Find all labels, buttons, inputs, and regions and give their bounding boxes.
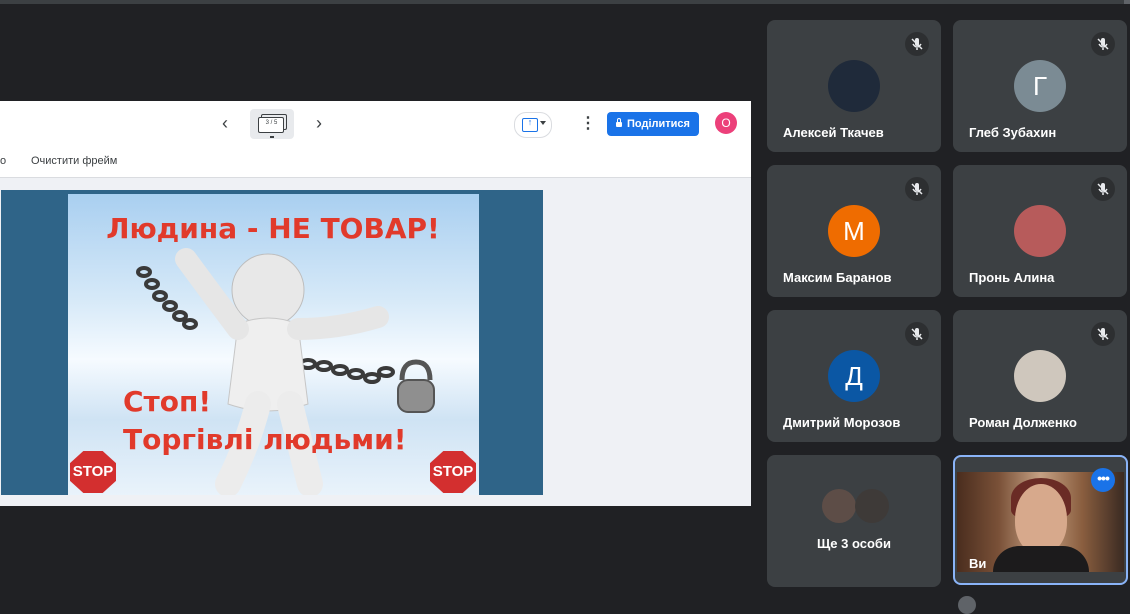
mic-off-icon <box>1091 177 1115 201</box>
participant-name: Дмитрий Морозов <box>783 415 901 430</box>
participant-name: Максим Баранов <box>783 270 892 285</box>
prev-frame-button[interactable]: ‹ <box>215 113 235 133</box>
participant-avatar <box>1014 350 1066 402</box>
frame-counter: 3 / 5 <box>265 120 278 126</box>
self-tile[interactable]: ••• Ви <box>953 455 1128 585</box>
self-more-options-button[interactable]: ••• <box>1091 468 1115 492</box>
slide-frame: Людина - НЕ ТОВАР! Стоп! Торгівлі людьми… <box>1 190 543 495</box>
self-body <box>993 546 1089 572</box>
participant-name: Пронь Алина <box>969 270 1055 285</box>
stop-sign-left: STOP <box>70 451 116 493</box>
mic-off-icon <box>905 177 929 201</box>
participant-name: Алексей Ткачев <box>783 125 884 140</box>
participant-tile[interactable]: М Максим Баранов <box>767 165 941 297</box>
share-label: Поділитися <box>627 118 690 130</box>
more-participants-label: Ще 3 особи <box>817 536 891 551</box>
present-button[interactable]: ↑ <box>514 112 552 138</box>
participant-avatar <box>828 60 880 112</box>
top-strip-knob <box>1124 0 1130 4</box>
frame-navigator-button[interactable]: 3 / 5 <box>250 109 294 139</box>
user-avatar[interactable]: О <box>715 112 737 134</box>
slide-title: Людина - НЕ ТОВАР! <box>106 212 440 245</box>
participant-name: Глеб Зубахин <box>969 125 1057 140</box>
more-avatar-2 <box>855 489 889 523</box>
participant-tile[interactable]: Алексей Ткачев <box>767 20 941 152</box>
slide-trafficking-line: Торгівлі людьми! <box>123 423 407 456</box>
participant-avatar: Д <box>828 350 880 402</box>
mic-off-icon <box>905 322 929 346</box>
participant-tile[interactable]: Д Дмитрий Морозов <box>767 310 941 442</box>
participant-name: Роман Долженко <box>969 415 1077 430</box>
more-participants-tile[interactable]: Ще 3 особи <box>767 455 941 587</box>
jamboard-toolbar: ‹ 3 / 5 › ↑ ⋮ Поділитися <box>0 101 751 148</box>
more-options-icon[interactable]: ⋮ <box>580 114 596 134</box>
participant-avatar <box>1014 205 1066 257</box>
next-frame-button[interactable]: › <box>309 113 329 133</box>
top-strip <box>0 0 1130 4</box>
bottom-indicator <box>958 596 976 614</box>
stop-sign-right: STOP <box>430 451 476 493</box>
clear-frame-button[interactable]: Очистити фрейм <box>31 155 117 167</box>
lock-icon <box>616 118 623 127</box>
mic-off-icon <box>905 32 929 56</box>
share-button[interactable]: Поділитися <box>607 112 699 136</box>
mic-off-icon <box>1091 32 1115 56</box>
present-caret-icon <box>540 121 546 125</box>
participant-tile[interactable]: Г Глеб Зубахин <box>953 20 1127 152</box>
present-arrow-icon: ↑ <box>527 117 533 127</box>
jamboard-subbar: о Очистити фрейм <box>0 147 751 178</box>
participant-tile[interactable]: Пронь Алина <box>953 165 1127 297</box>
participant-avatar: М <box>828 205 880 257</box>
frame-tick <box>270 136 274 138</box>
self-name: Ви <box>969 556 987 571</box>
participant-avatar: Г <box>1014 60 1066 112</box>
slide-stop-line: Стоп! <box>123 385 212 418</box>
slide-background: Людина - НЕ ТОВАР! Стоп! Торгівлі людьми… <box>68 194 479 495</box>
subbar-cut-text: о <box>0 155 7 167</box>
self-face <box>1015 484 1067 554</box>
mic-off-icon <box>1091 322 1115 346</box>
more-avatar-1 <box>822 489 856 523</box>
participant-tile[interactable]: Роман Долженко <box>953 310 1127 442</box>
